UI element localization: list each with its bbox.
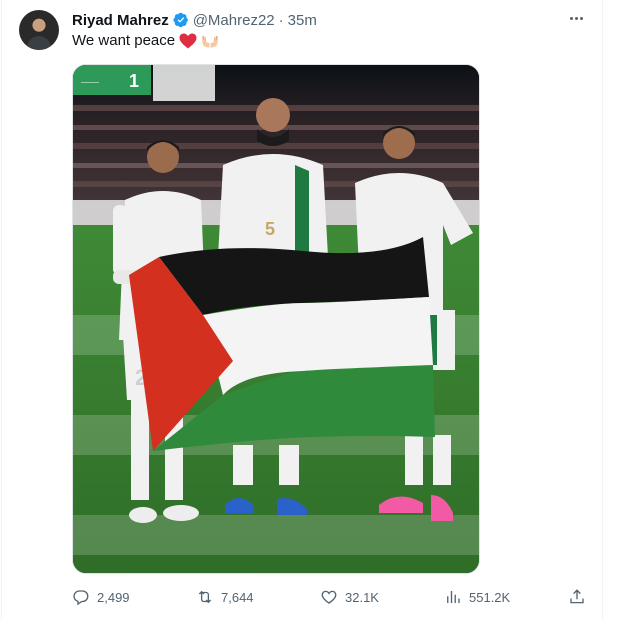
scoreboard-number: 1 (129, 71, 139, 91)
tweet-text: We want peace (72, 31, 219, 51)
share-icon (570, 589, 584, 604)
author-name[interactable]: Riyad Mahrez (72, 12, 169, 29)
tweet[interactable]: Riyad Mahrez @Mahrez22 · 35m We want pea… (2, 0, 602, 619)
verified-badge-icon[interactable] (173, 12, 189, 28)
views-button[interactable]: 551.2K (444, 585, 510, 609)
tweet-text-body: We want peace (72, 32, 176, 49)
more-options-icon[interactable] (565, 8, 587, 28)
photo-scene: ⎯⎯⎯⎯ 1 22 (73, 65, 479, 573)
reply-count: 2,499 (97, 589, 130, 605)
palms-up-together-icon (201, 33, 219, 49)
svg-text:5: 5 (265, 219, 275, 239)
retweet-button[interactable]: 7,644 (196, 585, 254, 609)
like-count: 32.1K (345, 589, 379, 605)
palestinian-flag (129, 237, 435, 451)
reply-icon (73, 590, 89, 606)
timeline-border-right (602, 0, 603, 619)
views-chart-icon (447, 591, 460, 603)
share-button[interactable] (568, 585, 586, 609)
heart-icon (321, 590, 337, 604)
retweet-count: 7,644 (221, 589, 254, 605)
tweet-header: Riyad Mahrez @Mahrez22 · 35m (72, 10, 317, 30)
like-button[interactable]: 32.1K (320, 585, 379, 609)
author-handle[interactable]: @Mahrez22 (193, 12, 275, 29)
views-count: 551.2K (469, 589, 511, 605)
avatar[interactable] (19, 10, 59, 50)
tweet-photo[interactable]: ⎯⎯⎯⎯ 1 22 (72, 64, 480, 574)
timestamp[interactable]: 35m (288, 12, 317, 29)
reply-button[interactable]: 2,499 (72, 585, 130, 609)
retweet-icon (198, 590, 212, 604)
svg-text:⎯⎯⎯⎯: ⎯⎯⎯⎯ (81, 77, 100, 87)
tweet-actions: 2,499 7,644 32.1K 551.2K (72, 585, 592, 609)
separator-dot: · (278, 11, 284, 29)
red-heart-icon (179, 33, 197, 49)
